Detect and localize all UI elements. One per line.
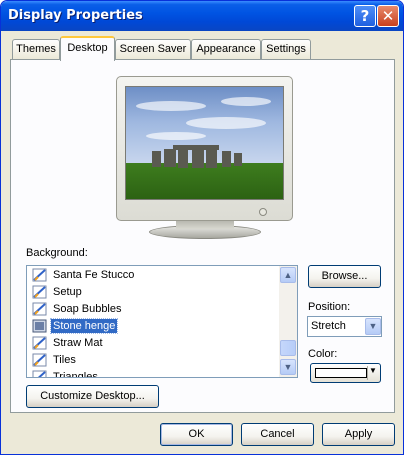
cancel-button[interactable]: Cancel [241,423,314,446]
scroll-up-icon[interactable]: ▲ [280,267,296,283]
dropdown-arrow-icon: ▼ [369,366,377,375]
tab-screen-saver[interactable]: Screen Saver [115,39,191,59]
window-title: Display Properties [8,8,143,23]
list-item[interactable]: Soap Bubbles [30,301,280,318]
list-item[interactable]: Setup [30,284,280,301]
color-label: Color: [308,348,338,360]
wallpaper-preview [125,86,284,200]
help-button[interactable]: ? [354,5,376,27]
title-bar[interactable]: Display Properties ? ✕ [1,1,403,31]
bitmap-icon [32,268,48,283]
color-swatch [315,368,367,378]
list-item[interactable]: Straw Mat [30,335,280,352]
bitmap-icon [32,370,48,377]
scroll-down-icon[interactable]: ▼ [280,359,296,375]
color-picker-button[interactable]: ▼ [310,363,381,383]
bitmap-icon [32,302,48,317]
listbox-scrollbar[interactable]: ▲ ▼ [279,266,297,377]
close-button[interactable]: ✕ [377,5,399,27]
bitmap-icon [32,285,48,300]
display-properties-window: Display Properties ? ✕ Themes Desktop Sc… [0,0,404,455]
list-item[interactable]: Tiles [30,352,280,369]
background-listbox[interactable]: Santa Fe Stucco Setup Soap Bubbles Stone… [26,265,298,378]
browse-button[interactable]: Browse... [308,265,381,288]
chevron-down-icon[interactable]: ▼ [365,318,381,335]
background-label: Background: [26,247,88,259]
ok-button[interactable]: OK [160,423,233,446]
tab-themes[interactable]: Themes [12,39,60,59]
tab-settings[interactable]: Settings [261,39,311,59]
list-item-selected[interactable]: Stone henge [30,318,280,335]
power-button-icon [259,208,267,216]
position-label: Position: [308,301,351,313]
position-value: Stretch [311,320,346,332]
apply-button[interactable]: Apply [322,423,395,446]
bitmap-icon [32,353,48,368]
bitmap-icon [32,336,48,351]
customize-desktop-button[interactable]: Customize Desktop... [26,385,159,408]
tab-appearance[interactable]: Appearance [191,39,261,59]
position-select[interactable]: Stretch ▼ [307,316,382,337]
tab-desktop[interactable]: Desktop [60,36,115,61]
jpeg-icon [32,319,48,334]
list-item[interactable]: Triangles [30,369,280,377]
monitor-preview [116,76,293,221]
list-item[interactable]: Santa Fe Stucco [30,267,280,284]
scroll-thumb[interactable] [280,340,296,356]
